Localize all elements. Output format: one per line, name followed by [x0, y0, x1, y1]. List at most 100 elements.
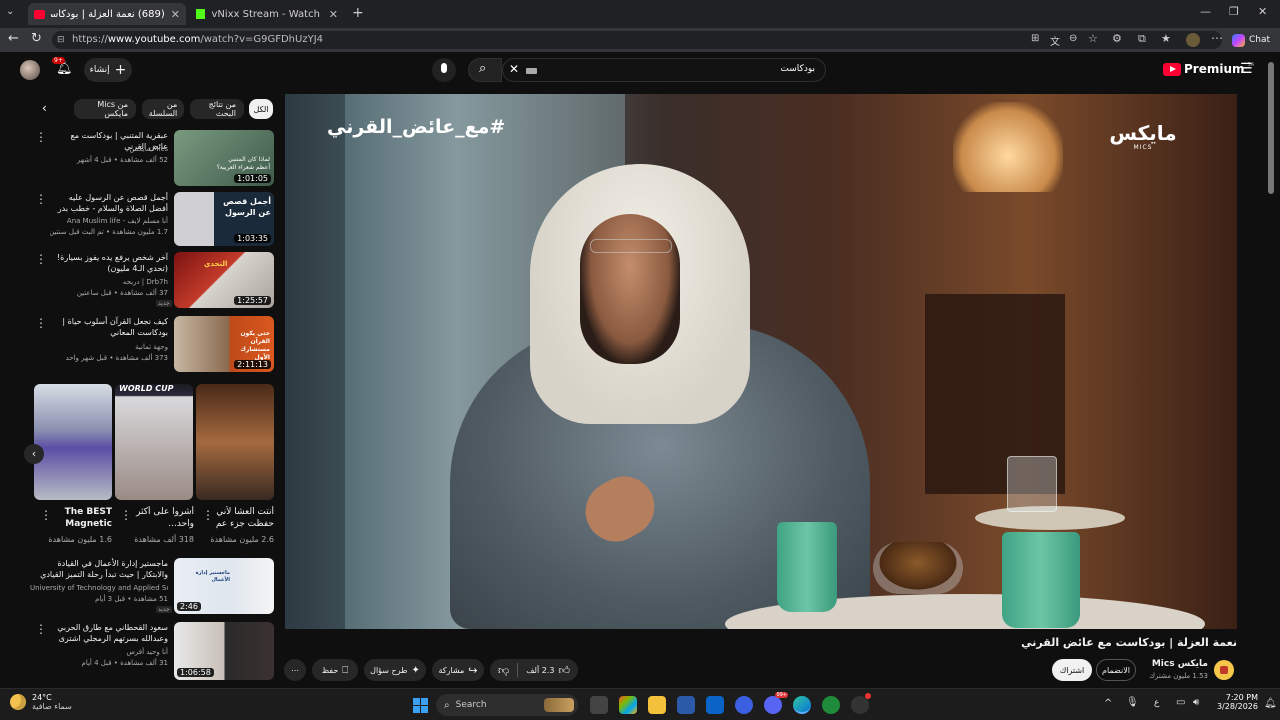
- close-tab-icon[interactable]: ✕: [171, 8, 180, 21]
- video-title[interactable]: أجمل قصص عن الرسول عليه أفضل الصلاة والس…: [50, 192, 168, 214]
- close-window-icon[interactable]: ✕: [1258, 5, 1267, 18]
- short-title[interactable]: The BEST Magnetic: [52, 506, 112, 532]
- short-thumbnail[interactable]: [196, 384, 274, 500]
- channel-name[interactable]: مايكس Mics: [1146, 659, 1208, 669]
- copilot-chat-button[interactable]: Chat: [1232, 31, 1270, 49]
- file-explorer-icon[interactable]: [648, 696, 666, 714]
- short-thumbnail[interactable]: WORLD CUP: [115, 384, 193, 500]
- more-options-icon[interactable]: ⋮: [35, 192, 47, 206]
- voice-search-button[interactable]: [432, 58, 456, 82]
- video-title[interactable]: ماجستير إدارة الأعمال في القيادة والابتك…: [30, 558, 168, 580]
- tray-overflow-icon[interactable]: ^: [1104, 698, 1112, 709]
- more-options-icon[interactable]: ⋮: [35, 316, 47, 330]
- chip-from-mics[interactable]: من Mics مايكس: [74, 99, 136, 119]
- chip-from-series[interactable]: من السلسلة: [142, 99, 184, 119]
- video-thumbnail[interactable]: لماذا كان المتنبي أعظم شعراء العربية؟ 1:…: [174, 130, 274, 186]
- site-info-icon[interactable]: ⊟: [57, 31, 65, 49]
- shorts-prev-button[interactable]: ‹: [24, 444, 44, 464]
- keyboard-icon[interactable]: [526, 68, 537, 74]
- channel-name[interactable]: أنا وحيد أفرس: [50, 647, 168, 657]
- input-language[interactable]: ع: [1154, 698, 1159, 708]
- more-menu-icon[interactable]: ⋯: [1211, 31, 1223, 45]
- join-button[interactable]: الانضمام: [1096, 659, 1136, 681]
- scrollbar-thumb[interactable]: [1268, 62, 1274, 194]
- video-title[interactable]: كيف نجعل القرآن أسلوب حياة | بودكاست الم…: [50, 316, 168, 338]
- zoom-icon[interactable]: ⊖: [1069, 33, 1077, 44]
- short-thumbnail[interactable]: [34, 384, 112, 500]
- notification-center-icon[interactable]: 🔔︎: [1264, 698, 1277, 709]
- weather-widget[interactable]: 24°C سماء صافية: [10, 693, 72, 711]
- channel-name[interactable]: أنا مسلم لايف - Ana Muslim life: [50, 216, 168, 226]
- short-title[interactable]: أنتت العشا لأني حفظت جزء عم ...: [212, 506, 274, 532]
- chip-search-results[interactable]: من نتائج البحث: [190, 99, 244, 119]
- maximize-icon[interactable]: ❐: [1229, 5, 1239, 18]
- edge-browser-icon[interactable]: [793, 696, 811, 714]
- close-tab-icon[interactable]: ✕: [329, 8, 338, 21]
- channel-name[interactable]: University of Technology and Applied Sci…: [30, 583, 168, 593]
- back-icon[interactable]: ←: [8, 31, 19, 46]
- create-button[interactable]: إنشاء +: [84, 58, 132, 82]
- short-title[interactable]: أشروا على أكثر واحد...: [132, 506, 194, 532]
- tab-list-icon[interactable]: ⌄: [6, 6, 22, 22]
- favorites-icon[interactable]: ★: [1161, 32, 1171, 45]
- clear-search-icon[interactable]: ✕: [509, 62, 519, 76]
- vpn-app-icon[interactable]: [735, 696, 753, 714]
- video-thumbnail[interactable]: أجمل قصص عن الرسول 1:03:35: [174, 192, 274, 246]
- chips-next-icon[interactable]: ‹: [42, 101, 47, 115]
- channel-name[interactable]: Drb7h | دربحه: [50, 277, 168, 287]
- telegram-like-icon[interactable]: [822, 696, 840, 714]
- save-button[interactable]: حفظ ⎕: [312, 659, 358, 681]
- video-title[interactable]: آخر شخص يرفع يده يفوز بسيارة! (تحدي الـ4…: [50, 252, 168, 274]
- red-app-icon[interactable]: [851, 693, 871, 714]
- chip-all[interactable]: الكل: [249, 99, 273, 119]
- tab-kick[interactable]: vNixx Stream - Watch Live on Kick ✕: [190, 3, 344, 25]
- more-options-icon[interactable]: ⋮: [35, 130, 47, 144]
- tray-mic-icon[interactable]: 🎙︎: [1126, 697, 1139, 708]
- ask-button[interactable]: طرح سؤال ✦: [364, 659, 426, 681]
- favorite-star-icon[interactable]: ☆: [1088, 32, 1098, 45]
- like-count[interactable]: 2.3 ألف: [526, 666, 554, 675]
- discord-icon[interactable]: 99+: [764, 692, 788, 714]
- channel-name[interactable]: Mics مايكس: [50, 144, 168, 154]
- taskbar-search[interactable]: ⌕ Search: [436, 694, 578, 716]
- outlook-icon[interactable]: [706, 696, 724, 714]
- more-options-icon[interactable]: ⋮: [40, 508, 52, 522]
- clock[interactable]: 7:20 PM 3/28/2026: [1208, 693, 1258, 711]
- tab-youtube[interactable]: (689) نعمة العزلة | بودكاست مع عائ ✕: [28, 3, 186, 25]
- calculator-icon[interactable]: [677, 696, 695, 714]
- dislike-icon[interactable]: 👎︎: [498, 664, 509, 677]
- more-options-icon[interactable]: ⋮: [202, 508, 214, 522]
- reload-icon[interactable]: ↻: [31, 31, 42, 46]
- network-icon[interactable]: ▭: [1176, 697, 1185, 708]
- video-thumbnail[interactable]: التحدي 1:25:57: [174, 252, 274, 308]
- extensions-icon[interactable]: ⚙: [1112, 32, 1122, 45]
- more-options-icon[interactable]: ⋮: [120, 508, 132, 522]
- translate-icon[interactable]: 文: [1050, 33, 1060, 48]
- url-field[interactable]: ⊟ https://www.youtube.com/watch?v=G9GFDh…: [52, 31, 1222, 49]
- video-player[interactable]: #مع_عائض_القرني مايكس MICS: [285, 94, 1237, 629]
- video-thumbnail[interactable]: 1:06:58: [174, 622, 274, 680]
- new-tab-icon[interactable]: +: [352, 5, 364, 21]
- video-thumbnail[interactable]: حتى يكون القرآن مستشارك الأول 2:11:13: [174, 316, 274, 372]
- volume-icon[interactable]: 🔊︎: [1193, 697, 1199, 708]
- more-actions-button[interactable]: ⋯: [284, 659, 306, 681]
- search-input[interactable]: بودكاست: [780, 64, 815, 74]
- video-thumbnail[interactable]: ماجستير إدارة الأعمال 2:46: [174, 558, 274, 614]
- account-avatar[interactable]: [20, 60, 40, 80]
- split-screen-icon[interactable]: ⧉: [1138, 32, 1146, 46]
- windows-start-icon[interactable]: [411, 696, 429, 714]
- share-button[interactable]: مشاركة ↪: [432, 659, 484, 681]
- subscribe-button[interactable]: اشتراك: [1052, 659, 1092, 681]
- more-options-icon[interactable]: ⋮: [35, 252, 47, 266]
- store-app-icon[interactable]: [619, 696, 637, 714]
- app-install-icon[interactable]: ⊞: [1031, 33, 1039, 44]
- search-box[interactable]: بودكاست ✕: [502, 58, 826, 82]
- page-scrollbar[interactable]: [1268, 62, 1274, 682]
- video-title[interactable]: سعود القحطاني مع طارق الحربي وعبدالله بس…: [50, 622, 168, 644]
- channel-avatar[interactable]: [1214, 660, 1234, 680]
- like-icon[interactable]: 👍︎: [558, 664, 570, 677]
- task-view-icon[interactable]: [590, 696, 608, 714]
- search-button[interactable]: ⌕: [468, 58, 502, 82]
- hamburger-menu-icon[interactable]: ☰: [1240, 61, 1253, 77]
- minimize-icon[interactable]: —: [1200, 5, 1211, 18]
